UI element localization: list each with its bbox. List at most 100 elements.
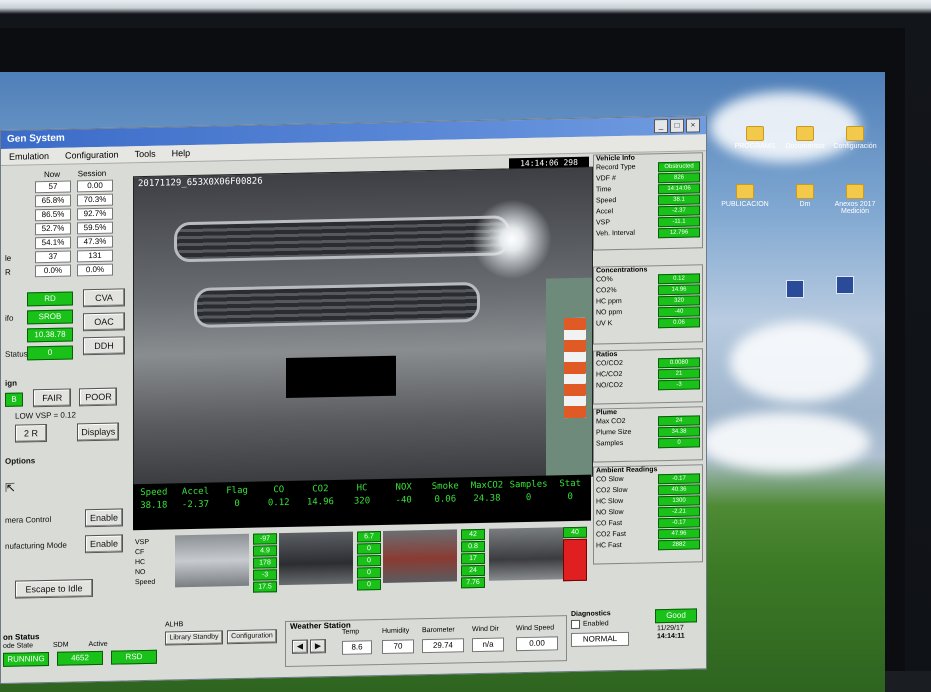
vehicle_info-label: Record Type [596,164,636,172]
configuration-button[interactable]: Configuration [227,629,277,644]
thumbnail-1[interactable] [175,534,249,588]
cursor-icon: ⇱ [5,481,19,495]
stats-now-cell: 57 [35,181,71,194]
stats-row-label: le [5,253,29,263]
desktop-folder-icon[interactable]: Anexos 2017 Medición [820,184,885,215]
menu-emulation[interactable]: Emulation [9,148,49,165]
thumbnail-value: 0 [357,567,381,579]
menu-tools[interactable]: Tools [135,146,156,162]
readout-value: 38.18 [133,499,175,513]
thumbnail-value: 6.7 [357,531,381,543]
thumbnail-row-label: CF [135,548,155,558]
stats-row-label [5,243,29,244]
readout-value: -2.37 [175,498,217,512]
concentrations-row: UV K0.06 [594,316,702,329]
maximize-icon[interactable]: □ [670,119,684,133]
vehicle-info-panel: Vehicle InfoRecord TypeObstructedVDF #82… [593,152,703,250]
ddh-button[interactable]: DDH [83,336,125,355]
monitor-bezel: PROGRAMSDocumentosConfiguraciónPUBLICACI… [0,28,905,671]
weather-label: Humidity [382,627,409,635]
sign-value[interactable]: 2 R [15,424,47,443]
oac-button[interactable]: OAC [83,312,125,331]
weather-value: 0.00 [516,636,558,651]
plume-value: 24 [658,415,700,426]
readout-value: 14.96 [300,496,342,510]
readout-value: 320 [341,495,383,509]
desktop-folder-icon[interactable]: Configuración [820,126,885,150]
plume-label: Plume Size [596,429,631,437]
thumbnail-strip: VSPCFHCNOSpeed -974.9178-317.5 6.70000 4… [133,523,593,593]
thumbnail-3[interactable] [383,529,457,583]
readout-value: 0 [549,491,591,505]
ratios-value: 21 [658,368,700,379]
vehicle_info-value: -11.1 [658,216,700,227]
sign-header: ign [5,377,119,388]
menu-configuration[interactable]: Configuration [65,147,119,164]
thumbnail-value: 0 [357,543,381,555]
weather-value: 8.6 [342,640,372,655]
ratios-row: NO/CO2-3 [594,378,702,391]
manufacturing-mode-enable-button[interactable]: Enable [85,534,123,553]
status-row: ifo SROB [5,307,73,326]
ratios-label: NO/CO2 [596,382,623,390]
thumbnail-value: 4.9 [253,545,277,557]
concentrations-value: 14.96 [658,284,700,295]
stats-now-cell: 65.8% [35,195,71,208]
app-shortcut-icon[interactable] [810,276,880,296]
diagnostics-date: 11/29/17 [657,625,684,633]
status-row: Status0 [5,343,73,362]
control-rows: mera Control Enable nufacturing Mode Ena… [5,508,123,554]
thumbnail-row-label: HC [135,558,155,568]
station-label: ode State [3,642,33,650]
displays-button[interactable]: Displays [77,423,119,442]
stats-row: 570.00 [5,180,113,194]
thumbnail-2[interactable] [279,532,353,586]
readout-column: CO0.12 [258,481,300,528]
sign-poor-button[interactable]: POOR [79,388,117,407]
thumbnail-4[interactable] [489,527,563,581]
readout-column: HC320 [341,479,383,526]
status-row: RD [5,289,73,308]
diagnostics-checkbox[interactable] [571,620,580,629]
minimize-icon[interactable]: _ [654,119,668,133]
next-arrow-icon[interactable]: ▶ [310,639,326,653]
thumbnail-value: -97 [253,533,277,545]
cva-button[interactable]: CVA [83,288,125,307]
app-window: Gen System _ □ × Emulation Configuration… [0,115,707,684]
ambient-label: NO Slow [596,509,624,517]
library-standby-button[interactable]: Library Standby [165,630,223,645]
status-row-label: ifo [5,313,23,322]
bottom-strip: on Status ode StateSDMActive RUNNING4652… [1,604,706,683]
status-value: 0 [27,345,73,360]
status-value: SROB [27,309,73,324]
status-value: 10.38.78 [27,327,73,342]
stats-session-cell: 70.3% [77,194,113,207]
readout-column: Speed38.18 [133,483,175,530]
vehicle_info-value: 14:14:06 [658,183,700,194]
stats-row: 65.8% 70.3% [5,194,113,208]
stats-now-cell: 86.5% [35,209,71,222]
weather-value: 70 [382,639,414,654]
ratios-value: 0.0080 [658,357,700,368]
menu-help[interactable]: Help [172,145,191,161]
readout-label: Flag [216,485,258,499]
plume-panel: PlumeMax CO224Plume Size34.38Samples0 [593,406,703,462]
camera-control-enable-button[interactable]: Enable [85,508,123,527]
thumbnail-value: 7.76 [461,577,485,589]
concentrations-panel: ConcentrationsCO%0.12CO2%14.96HC ppm320N… [593,264,703,344]
readout-label: CO2 [300,483,342,497]
readout-label: MaxCO2 [466,479,508,493]
vehicle_info-label: Accel [596,208,613,215]
sign-good-button[interactable]: B [5,393,23,407]
folder-icon [736,184,754,199]
sign-fair-button[interactable]: FAIR [33,389,71,408]
thumbnail-value: 40 [563,527,587,539]
escape-to-idle-button[interactable]: Escape to Idle [15,579,93,599]
thumbnail-value: 0 [357,579,381,591]
close-icon[interactable]: × [686,118,700,132]
prev-arrow-icon[interactable]: ◀ [292,640,308,654]
weather-label: Wind Dir [472,626,499,634]
readout-value: 0.06 [424,493,466,507]
ambient-value: 47.96 [658,528,700,539]
readout-value: 0 [216,498,258,512]
